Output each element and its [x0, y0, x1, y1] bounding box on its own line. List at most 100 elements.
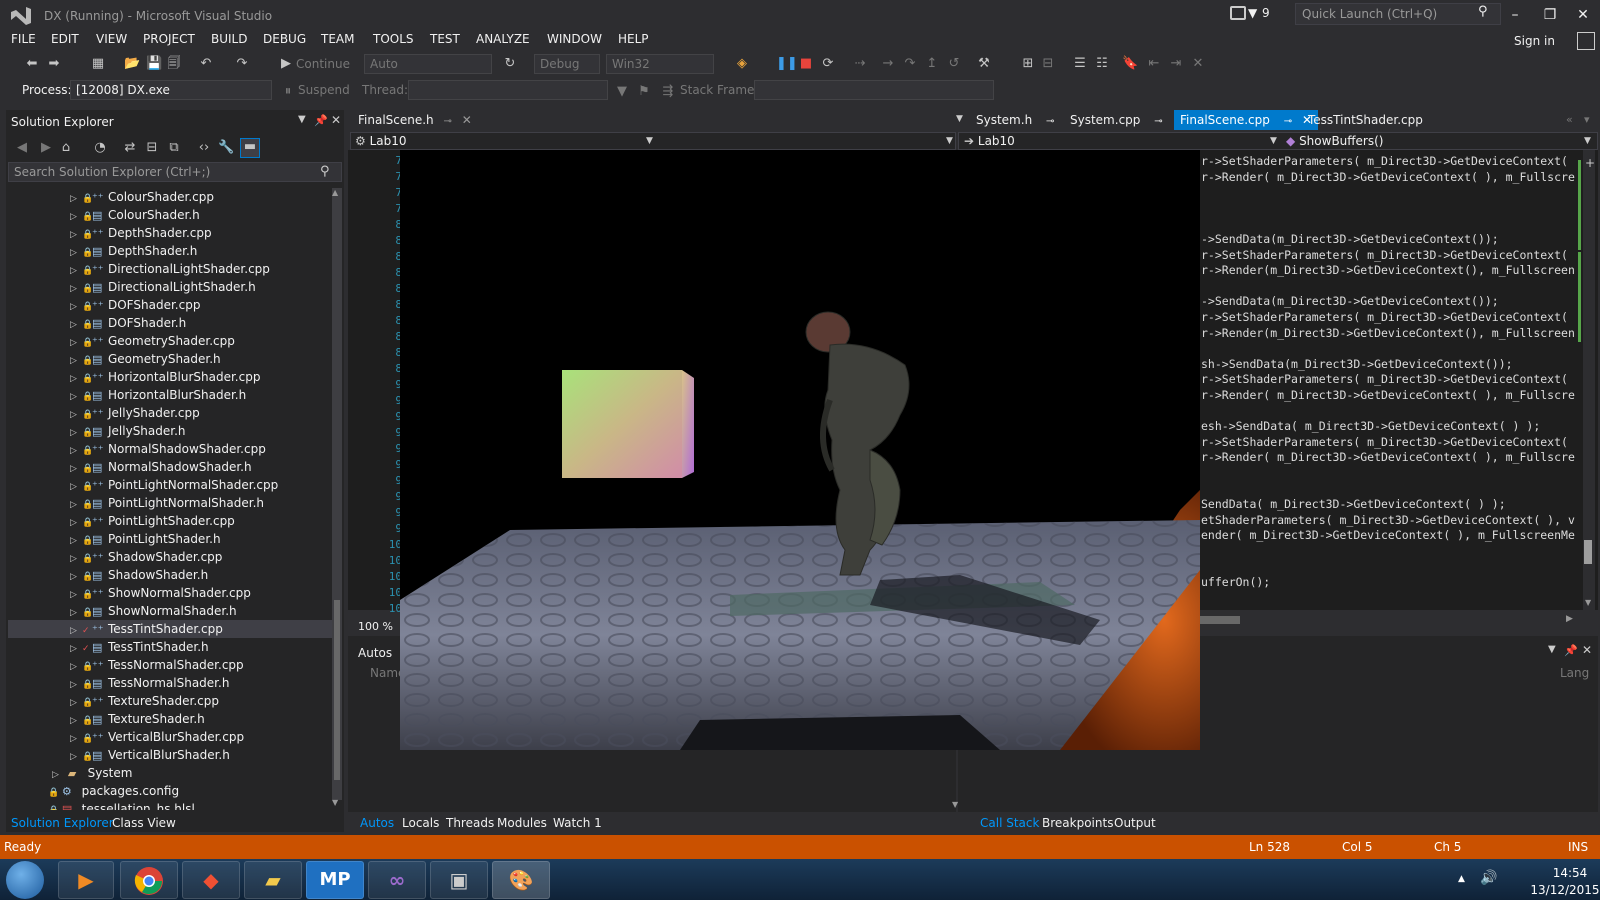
view-code-icon[interactable]: ‹›	[196, 140, 212, 156]
close-tab-icon[interactable]: ✕	[462, 113, 472, 127]
tree-file-normalshadowshader-cpp[interactable]: ▷ 🔒⁺⁺ NormalShadowShader.cpp	[70, 440, 332, 458]
tree-file-directionallightshader-h[interactable]: ▷ 🔒▤ DirectionalLightShader.h	[70, 278, 332, 296]
back-icon[interactable]: ⬅	[24, 56, 40, 72]
tree-file-pointlightshader-cpp[interactable]: ▷ 🔒⁺⁺ PointLightShader.cpp	[70, 512, 332, 530]
process-icon[interactable]: ◈	[734, 56, 750, 72]
undo-icon[interactable]: ↶	[198, 56, 214, 72]
redo-icon[interactable]: ↷	[234, 56, 250, 72]
pin-icon[interactable]: ⊸	[1046, 116, 1054, 127]
pin-icon[interactable]: ⊸	[1284, 116, 1292, 127]
close-button[interactable]: ✕	[1568, 4, 1598, 26]
tab-autos[interactable]: Autos	[360, 816, 394, 830]
tree-file-packages-config[interactable]: 🔒 ⚙ packages.config	[48, 782, 310, 800]
refresh-icon[interactable]: ↻	[502, 56, 518, 72]
minimize-button[interactable]: –	[1500, 4, 1530, 26]
zoom-level[interactable]: 100 %	[358, 620, 393, 633]
scroll-right-icon[interactable]: ▶	[1566, 614, 1573, 624]
collapse-all-icon[interactable]: ⊟	[144, 140, 160, 156]
scroll-down-icon[interactable]: ▼	[332, 798, 338, 807]
step-out-icon[interactable]: ↥	[924, 56, 940, 72]
git-client-taskbar-icon[interactable]: ◆	[182, 861, 240, 899]
clock-time[interactable]: 14:54	[1540, 866, 1600, 880]
notification-count[interactable]: 9	[1262, 6, 1270, 20]
restart-icon[interactable]: ⟳	[820, 56, 836, 72]
clock-date[interactable]: 13/12/2015	[1530, 883, 1600, 897]
tree-file-colourshader-h[interactable]: ▷ 🔒▤ ColourShader.h	[70, 206, 332, 224]
preview-selected-icon[interactable]: ▬	[240, 138, 260, 158]
menu-debug[interactable]: DEBUG	[263, 32, 306, 46]
pause-icon[interactable]: ❚❚	[776, 56, 798, 72]
notification-flag-icon[interactable]: ▼	[1248, 6, 1257, 20]
feedback-icon[interactable]	[1230, 6, 1246, 20]
sync-icon[interactable]: ⇄	[122, 140, 138, 156]
start-button-icon[interactable]	[6, 861, 44, 899]
tree-file-depthshader-h[interactable]: ▷ 🔒▤ DepthShader.h	[70, 242, 332, 260]
dx-window-taskbar-icon[interactable]: ▣	[430, 861, 488, 899]
pin-icon[interactable]: ⊸	[444, 116, 452, 127]
step-into-icon[interactable]: →	[880, 56, 896, 72]
step-back-icon[interactable]: ↺	[946, 56, 962, 72]
comment-icon[interactable]: ☰	[1072, 56, 1088, 72]
next-bookmark-icon[interactable]: ⇥	[1168, 56, 1184, 72]
tree-file-jellyshader-h[interactable]: ▷ 🔒▤ JellyShader.h	[70, 422, 332, 440]
quick-launch-input[interactable]: Quick Launch (Ctrl+Q)	[1295, 3, 1501, 25]
tree-file-shownormalshader-cpp[interactable]: ▷ 🔒⁺⁺ ShowNormalShader.cpp	[70, 584, 332, 602]
prev-bookmark-icon[interactable]: ⇤	[1146, 56, 1162, 72]
sign-in-link[interactable]: Sign in	[1514, 34, 1555, 48]
tab-watch-1[interactable]: Watch 1	[553, 816, 602, 830]
tree-file-depthshader-cpp[interactable]: ▷ 🔒⁺⁺ DepthShader.cpp	[70, 224, 332, 242]
tab-modules[interactable]: Modules	[497, 816, 547, 830]
scroll-up-icon[interactable]: ▲	[332, 188, 338, 197]
home-icon[interactable]: ⌂	[58, 140, 74, 156]
close-panel-icon[interactable]: ✕	[1582, 643, 1592, 657]
tree-file-normalshadowshader-h[interactable]: ▷ 🔒▤ NormalShadowShader.h	[70, 458, 332, 476]
paint-taskbar-icon[interactable]: 🎨	[492, 861, 550, 899]
tree-file-directionallightshader-cpp[interactable]: ▷ 🔒⁺⁺ DirectionalLightShader.cpp	[70, 260, 332, 278]
forward-icon[interactable]: ➡	[46, 56, 62, 72]
menu-tools[interactable]: TOOLS	[373, 32, 414, 46]
properties-icon[interactable]: 🔧	[218, 140, 234, 156]
show-all-files-icon[interactable]: ⧉	[166, 140, 182, 156]
menu-project[interactable]: PROJECT	[143, 32, 195, 46]
tree-file-tessellation[interactable]: 🔒 ▤ tessellation_hs.hlsl	[48, 800, 310, 810]
panel-menu-icon[interactable]: ▼	[1548, 644, 1556, 655]
tab-finalscene-cpp[interactable]: FinalScene.cpp ⊸ ✕	[1174, 110, 1318, 130]
tree-file-pointlightnormalshader-cpp[interactable]: ▷ 🔒⁺⁺ PointLightNormalShader.cpp	[70, 476, 332, 494]
visual-studio-taskbar-icon[interactable]: ∞	[368, 861, 426, 899]
volume-icon[interactable]: 🔊	[1480, 870, 1497, 886]
tree-file-geometryshader-h[interactable]: ▷ 🔒▤ GeometryShader.h	[70, 350, 332, 368]
tree-file-verticalblurshader-h[interactable]: ▷ 🔒▤ VerticalBlurShader.h	[70, 746, 332, 764]
tree-file-horizontalblurshader-cpp[interactable]: ▷ 🔒⁺⁺ HorizontalBlurShader.cpp	[70, 368, 332, 386]
tree-file-dofshader-cpp[interactable]: ▷ 🔒⁺⁺ DOFShader.cpp	[70, 296, 332, 314]
panel-menu-icon[interactable]: ▼	[298, 114, 306, 125]
hex-display-icon[interactable]: ⚒	[976, 56, 992, 72]
tab-system-h[interactable]: System.h ⊸	[970, 110, 1060, 130]
tree-file-shadowshader-cpp[interactable]: ▷ 🔒⁺⁺ ShadowShader.cpp	[70, 548, 332, 566]
back-icon[interactable]: ◀	[14, 140, 30, 156]
nav-scope-left[interactable]: ⚙ Lab10	[355, 134, 407, 148]
chrome-taskbar-icon[interactable]	[120, 861, 178, 899]
pin-icon[interactable]: 📌	[314, 114, 328, 127]
tree-file-tessnormalshader-h[interactable]: ▷ 🔒▤ TessNormalShader.h	[70, 674, 332, 692]
flag-threads-icon[interactable]: ⚑	[636, 84, 652, 100]
pin-icon[interactable]: 📌	[1564, 644, 1578, 657]
menu-team[interactable]: TEAM	[321, 32, 354, 46]
nav-scope-right[interactable]: ➔ Lab10	[964, 134, 1015, 148]
tree-file-pointlightnormalshader-h[interactable]: ▷ 🔒▤ PointLightNormalShader.h	[70, 494, 332, 512]
show-next-statement-icon[interactable]: ⇢	[852, 56, 868, 72]
save-all-icon[interactable]: 🗐	[166, 56, 182, 72]
tab-output[interactable]: Output	[1114, 816, 1156, 830]
menu-edit[interactable]: EDIT	[51, 32, 79, 46]
restore-button[interactable]: ❐	[1535, 4, 1565, 26]
user-avatar-icon[interactable]	[1577, 32, 1595, 50]
tab-system-cpp[interactable]: System.cpp ⊸	[1064, 110, 1169, 130]
tab-dropdown-icon[interactable]: ▾	[1584, 113, 1590, 126]
scrollbar-thumb[interactable]	[1584, 540, 1592, 564]
tree-file-jellyshader-cpp[interactable]: ▷ 🔒⁺⁺ JellyShader.cpp	[70, 404, 332, 422]
tree-file-verticalblurshader-cpp[interactable]: ▷ 🔒⁺⁺ VerticalBlurShader.cpp	[70, 728, 332, 746]
tree-file-geometryshader-cpp[interactable]: ▷ 🔒⁺⁺ GeometryShader.cpp	[70, 332, 332, 350]
scroll-tabs-icon[interactable]: «	[1566, 113, 1573, 126]
nav-member-right[interactable]: ◆ ShowBuffers()	[1286, 134, 1383, 148]
bookmark-icon[interactable]: 🔖	[1122, 56, 1138, 72]
tab-locals[interactable]: Locals	[402, 816, 439, 830]
